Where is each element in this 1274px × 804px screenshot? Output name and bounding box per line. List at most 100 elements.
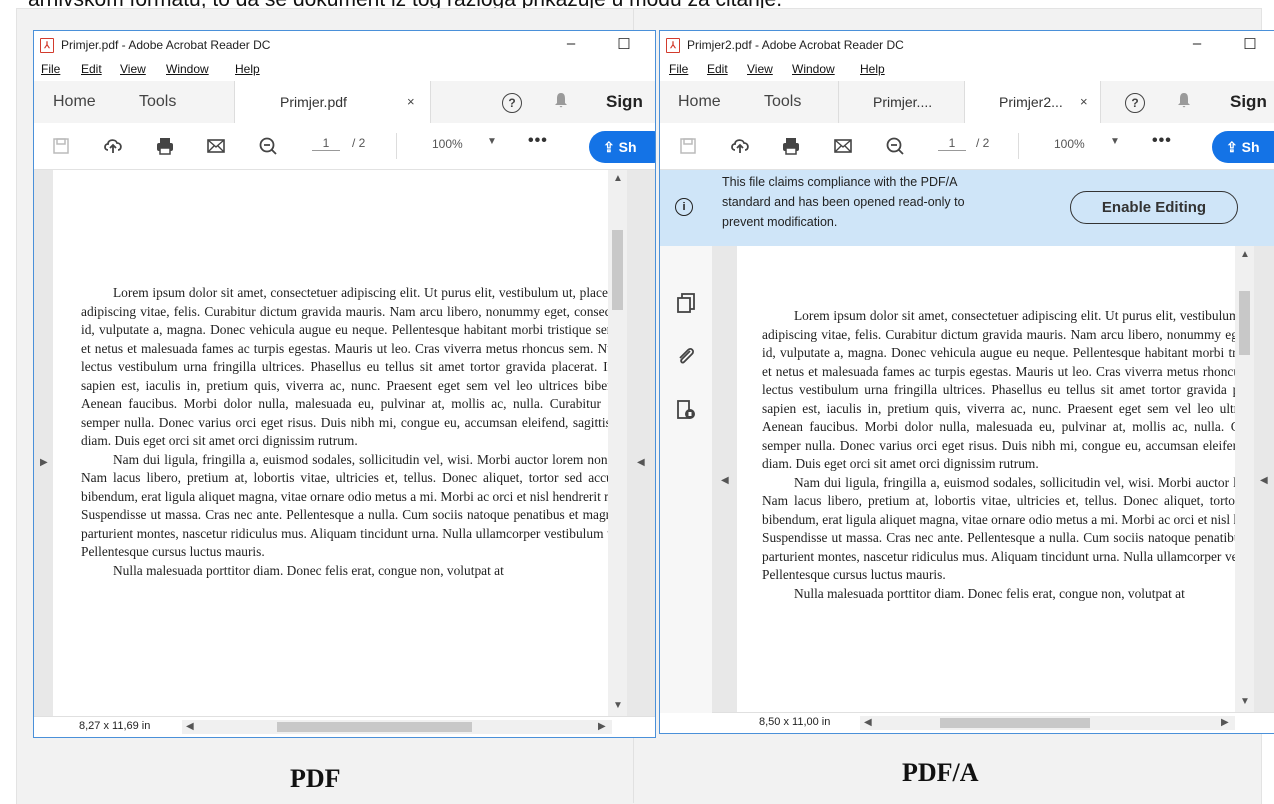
menu-file[interactable]: File (41, 62, 60, 76)
menu-window[interactable]: Window (792, 62, 835, 76)
sign-tab[interactable]: Sign (1230, 81, 1267, 123)
scrollbar-thumb[interactable] (612, 230, 623, 310)
paragraph: Nulla malesuada porttitor diam. Donec fe… (113, 562, 504, 578)
paragraph: Lorem ipsum dolor sit amet, consectetuer… (81, 285, 608, 448)
share-button-label: Sh (618, 139, 637, 155)
horizontal-scrollbar[interactable]: ◀ ▶ (182, 720, 612, 734)
paragraph: Nam dui ligula, fringilla a, euismod sod… (81, 451, 608, 560)
document-viewport[interactable]: ▶ Lorem ipsum dolor sit amet, consectetu… (34, 170, 655, 716)
vertical-scrollbar[interactable]: ▲ ▼ (1235, 246, 1254, 712)
menu-bar: File Edit View Window Help (660, 59, 1274, 81)
left-panel-toggle-icon[interactable]: ▶ (40, 457, 48, 468)
pdfa-notice-banner: i This file claims compliance with the P… (660, 170, 1274, 246)
figure-label-pdf: PDF (290, 764, 341, 793)
share-icon: ⇪ (1226, 139, 1238, 155)
chevron-down-icon[interactable]: ▼ (1110, 136, 1120, 147)
minimize-button[interactable]: – (1187, 35, 1207, 52)
share-button[interactable]: ⇪ Sh (1212, 131, 1274, 163)
menu-view[interactable]: View (747, 62, 773, 76)
tab-home[interactable]: Home (53, 81, 96, 123)
email-icon[interactable] (206, 136, 226, 156)
menu-file[interactable]: File (669, 62, 688, 76)
tab-document[interactable]: Primjer.pdf × (234, 81, 431, 123)
minimize-button[interactable]: – (561, 35, 581, 52)
page-total: / 2 (352, 136, 366, 150)
more-tools-icon[interactable]: ••• (1152, 132, 1172, 150)
lock-icon[interactable] (675, 399, 697, 421)
document-viewport[interactable]: ◀ Lorem ipsum dolor sit amet, consectetu… (712, 246, 1274, 712)
page-body-text: Lorem ipsum dolor sit amet, consectetuer… (81, 284, 608, 580)
menu-edit[interactable]: Edit (707, 62, 728, 76)
scroll-down-icon[interactable]: ▼ (1240, 696, 1250, 707)
print-icon[interactable] (781, 136, 801, 156)
tab-home[interactable]: Home (678, 81, 721, 123)
zoom-select[interactable]: 100% (432, 137, 463, 151)
vertical-scrollbar[interactable]: ▲ ▼ (608, 170, 627, 716)
share-button[interactable]: ⇪ Sh (589, 131, 655, 163)
menu-help[interactable]: Help (235, 62, 260, 76)
paragraph: Lorem ipsum dolor sit amet, consectetuer… (762, 308, 1235, 471)
window-title: Primjer2.pdf - Adobe Acrobat Reader DC (687, 38, 904, 52)
share-button-label: Sh (1241, 139, 1260, 155)
help-icon[interactable]: ? (502, 93, 522, 113)
acrobat-window-right: ⅄ Primjer2.pdf - Adobe Acrobat Reader DC… (659, 30, 1274, 734)
close-tab-icon[interactable]: × (1080, 81, 1088, 123)
attachment-icon[interactable] (675, 345, 697, 367)
menu-help[interactable]: Help (860, 62, 885, 76)
print-icon[interactable] (155, 136, 175, 156)
maximize-button[interactable]: ☐ (614, 35, 634, 53)
page-body-text: Lorem ipsum dolor sit amet, consectetuer… (762, 307, 1235, 603)
page-size-label: 8,27 x 11,69 in (79, 720, 151, 732)
menu-window[interactable]: Window (166, 62, 209, 76)
scroll-up-icon[interactable]: ▲ (1240, 249, 1250, 260)
banner-line: This file claims compliance with the PDF… (722, 175, 958, 189)
pdf-page: Lorem ipsum dolor sit amet, consectetuer… (737, 246, 1235, 712)
zoom-select[interactable]: 100% (1054, 137, 1085, 151)
scroll-up-icon[interactable]: ▲ (613, 173, 623, 184)
horizontal-scrollbar-thumb[interactable] (940, 718, 1090, 728)
banner-message: This file claims compliance with the PDF… (722, 172, 1082, 232)
left-panel-toggle-icon[interactable]: ◀ (721, 475, 729, 486)
paragraph: Nam dui ligula, fringilla a, euismod sod… (762, 474, 1235, 583)
tab-bar: Home Tools Primjer.pdf × ? Sign (34, 81, 655, 124)
tab-document-active[interactable]: Primjer2... × (964, 81, 1101, 123)
tab-document-label: Primjer.pdf (280, 94, 347, 110)
right-panel-toggle-icon[interactable]: ◀ (1260, 475, 1268, 486)
menu-edit[interactable]: Edit (81, 62, 102, 76)
left-navigation-rail (660, 246, 712, 713)
maximize-button[interactable]: ☐ (1240, 35, 1260, 53)
scroll-left-icon[interactable]: ◀ (186, 721, 194, 732)
scroll-right-icon[interactable]: ▶ (1221, 717, 1229, 728)
copy-pages-icon[interactable] (675, 292, 697, 314)
scroll-right-icon[interactable]: ▶ (598, 721, 606, 732)
upload-icon[interactable] (730, 136, 750, 156)
page-number-input[interactable]: 1 (312, 136, 340, 151)
tab-document-inactive[interactable]: Primjer.... (838, 81, 966, 123)
sign-tab[interactable]: Sign (606, 81, 643, 123)
toolbar: 1 / 2 100% ▼ ••• ⇪ Sh (660, 123, 1274, 170)
scroll-down-icon[interactable]: ▼ (613, 700, 623, 711)
save-icon[interactable] (678, 136, 698, 156)
close-tab-icon[interactable]: × (407, 81, 415, 123)
tab-tools[interactable]: Tools (139, 81, 176, 123)
zoom-out-icon[interactable] (885, 136, 905, 156)
scrollbar-thumb[interactable] (1239, 291, 1250, 355)
email-icon[interactable] (833, 136, 853, 156)
upload-icon[interactable] (103, 136, 123, 156)
zoom-out-icon[interactable] (258, 136, 278, 156)
chevron-down-icon[interactable]: ▼ (487, 136, 497, 147)
more-tools-icon[interactable]: ••• (528, 132, 548, 150)
horizontal-scrollbar[interactable]: ◀ ▶ (860, 716, 1235, 730)
horizontal-scrollbar-thumb[interactable] (277, 722, 472, 732)
bell-icon[interactable] (1177, 92, 1191, 108)
tab-tools[interactable]: Tools (764, 81, 801, 123)
right-panel-toggle-icon[interactable]: ◀ (637, 457, 645, 468)
help-icon[interactable]: ? (1125, 93, 1145, 113)
enable-editing-button[interactable]: Enable Editing (1070, 191, 1238, 224)
tab-document-label: Primjer2... (999, 94, 1063, 110)
menu-view[interactable]: View (120, 62, 146, 76)
page-number-input[interactable]: 1 (938, 136, 966, 151)
bell-icon[interactable] (554, 92, 568, 108)
scroll-left-icon[interactable]: ◀ (864, 717, 872, 728)
save-icon[interactable] (51, 136, 71, 156)
